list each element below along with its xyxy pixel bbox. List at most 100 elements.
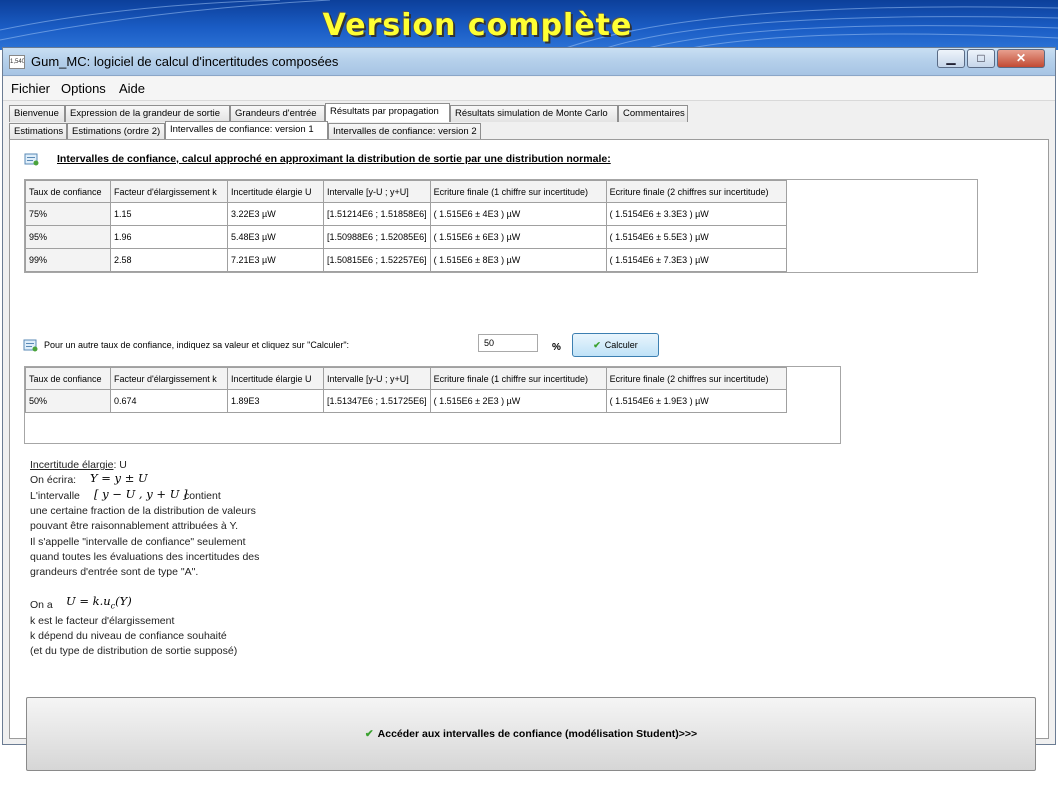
explanation-line: une certaine fraction de la distribution… [30,505,256,517]
col-header: Ecriture finale (1 chiffre sur incertitu… [429,367,607,390]
table-cell: 50% [25,389,111,413]
document-icon [24,153,39,166]
explanation-line: (et du type de distribution de sortie su… [30,645,238,657]
menu-bar: Fichier Options Aide [3,77,1055,101]
confidence-rate-input[interactable] [478,334,538,352]
tab-estimations-ordre2[interactable]: Estimations (ordre 2) [67,123,165,140]
explanation-line: pouvant être raisonnablement attribuées … [30,520,239,532]
formula-u: U = k.uc(Y) [66,594,132,613]
table-cell: 3.22E3 µW [227,202,324,226]
tab-grandeurs-entree[interactable]: Grandeurs d'entrée [230,105,325,122]
student-intervals-label: Accéder aux intervalles de confiance (mo… [377,728,698,740]
table-cell: [1.51347E6 ; 1.51725E6] [323,389,431,413]
formula-y: Y = y ± U [90,471,148,485]
student-intervals-button[interactable]: ✔ Accéder aux intervalles de confiance (m… [26,697,1036,771]
table-header-row: Taux de confiance Facteur d'élargissemen… [25,367,787,390]
table-cell: 2.58 [110,248,228,272]
menu-fichier[interactable]: Fichier [11,81,50,96]
explanation-block: Incertitude élargie: U On écrira: Y = y … [30,458,330,658]
custom-results-table: Taux de confiance Facteur d'élargissemen… [25,367,787,413]
table-cell: 1.96 [110,225,228,249]
app-icon: 1,540,1 [9,55,25,69]
col-header: Intervalle [y-U ; y+U] [323,367,431,390]
table-cell: ( 1.5154E6 ± 1.9E3 ) µW [605,389,787,413]
table-cell: ( 1.515E6 ± 2E3 ) µW [429,389,607,413]
calculer-button[interactable]: ✔ Calculer [572,333,659,357]
on-ecrira-label: On écrira: [30,474,77,486]
col-header: Facteur d'élargissement k [110,367,228,390]
results-table-frame: Taux de confiance Facteur d'élargissemen… [24,179,978,273]
menu-aide[interactable]: Aide [119,81,145,96]
table-cell: [1.50815E6 ; 1.52257E6] [323,248,431,272]
tab-estimations[interactable]: Estimations [9,123,67,140]
close-button[interactable]: ✕ [997,49,1045,68]
table-row: 50% 0.674 1.89E3 [1.51347E6 ; 1.51725E6]… [25,389,787,413]
formula-interval: [ y − U , y + U ] [94,487,188,501]
explanation-line: quand toutes les évaluations des incerti… [30,551,260,563]
maximize-button[interactable]: □ [967,49,995,68]
col-header: Ecriture finale (2 chiffres sur incertit… [605,180,787,203]
table-cell: [1.51214E6 ; 1.51858E6] [323,202,431,226]
percent-label: % [552,342,561,353]
minimize-button[interactable]: ▁ [937,49,965,68]
table-cell: 1.15 [110,202,228,226]
app-window: 1,540,1 Gum_MC: logiciel de calcul d'inc… [2,47,1056,771]
slide-banner: Version complète [0,0,1058,50]
calculer-label: Calculer [604,340,638,350]
col-header: Incertitude élargie U [227,180,324,203]
tab-bienvenue[interactable]: Bienvenue [9,105,65,122]
col-header: Taux de confiance [25,180,111,203]
table-cell: 7.21E3 µW [227,248,324,272]
on-a-label: On a [30,599,53,611]
table-cell: ( 1.5154E6 ± 7.3E3 ) µW [605,248,787,272]
results-table: Taux de confiance Facteur d'élargissemen… [25,180,787,272]
menu-options[interactable]: Options [61,81,106,96]
check-icon: ✔ [593,340,601,350]
table-header-row: Taux de confiance Facteur d'élargissemen… [25,180,787,203]
contient-label: contient [184,490,221,502]
table-row: 75% 1.15 3.22E3 µW [1.51214E6 ; 1.51858E… [25,202,787,226]
formula-u-tail: (Y) [115,594,132,608]
table-cell: 95% [25,225,111,249]
table-cell: 99% [25,248,111,272]
col-header: Ecriture finale (1 chiffre sur incertitu… [429,180,607,203]
explanation-line: k est le facteur d'élargissement [30,615,175,627]
explanation-title-suffix: : U [113,459,127,471]
content-panel: Intervalles de confiance, calcul approch… [9,139,1049,771]
tab-expression-sortie[interactable]: Expression de la grandeur de sortie [65,105,230,122]
document-icon [23,339,38,352]
table-cell: ( 1.5154E6 ± 5.5E3 ) µW [605,225,787,249]
explanation-line: Il s'appelle "intervalle de confiance" s… [30,536,246,548]
main-tabs: Bienvenue Expression de la grandeur de s… [9,103,1049,122]
tab-commentaires[interactable]: Commentaires [618,105,688,122]
table-cell: ( 1.515E6 ± 4E3 ) µW [429,202,607,226]
formula-u-main: U = k.u [66,594,111,608]
interval-label: L'intervalle [30,490,80,502]
sub-tabs: Estimations Estimations (ordre 2) Interv… [9,121,1049,140]
tab-resultats-monte-carlo[interactable]: Résultats simulation de Monte Carlo [450,105,618,122]
table-cell: 5.48E3 µW [227,225,324,249]
table-cell: 75% [25,202,111,226]
table-row: 95% 1.96 5.48E3 µW [1.50988E6 ; 1.52085E… [25,225,787,249]
window-title: Gum_MC: logiciel de calcul d'incertitude… [31,54,339,69]
explanation-title: Incertitude élargie [30,459,114,471]
col-header: Incertitude élargie U [227,367,324,390]
tab-intervalles-v1[interactable]: Intervalles de confiance: version 1 [165,121,328,140]
explanation-line: grandeurs d'entrée sont de type "A". [30,566,199,578]
table-cell: 1.89E3 [227,389,324,413]
table-cell: ( 1.515E6 ± 8E3 ) µW [429,248,607,272]
table-row: 99% 2.58 7.21E3 µW [1.50815E6 ; 1.52257E… [25,248,787,272]
tab-resultats-propagation[interactable]: Résultats par propagation [325,103,450,122]
slide-title: Version complète [322,8,633,43]
table-cell: [1.50988E6 ; 1.52085E6] [323,225,431,249]
table-cell: ( 1.515E6 ± 6E3 ) µW [429,225,607,249]
custom-rate-prompt: Pour un autre taux de confiance, indique… [44,340,350,350]
col-header: Ecriture finale (2 chiffres sur incertit… [605,367,787,390]
col-header: Taux de confiance [25,367,111,390]
col-header: Facteur d'élargissement k [110,180,228,203]
table-cell: ( 1.5154E6 ± 3.3E3 ) µW [605,202,787,226]
custom-table-frame: Taux de confiance Facteur d'élargissemen… [24,366,841,444]
tab-intervalles-v2[interactable]: Intervalles de confiance: version 2 [328,123,481,140]
title-bar: 1,540,1 Gum_MC: logiciel de calcul d'inc… [3,48,1055,76]
section-heading: Intervalles de confiance, calcul approch… [57,153,611,165]
